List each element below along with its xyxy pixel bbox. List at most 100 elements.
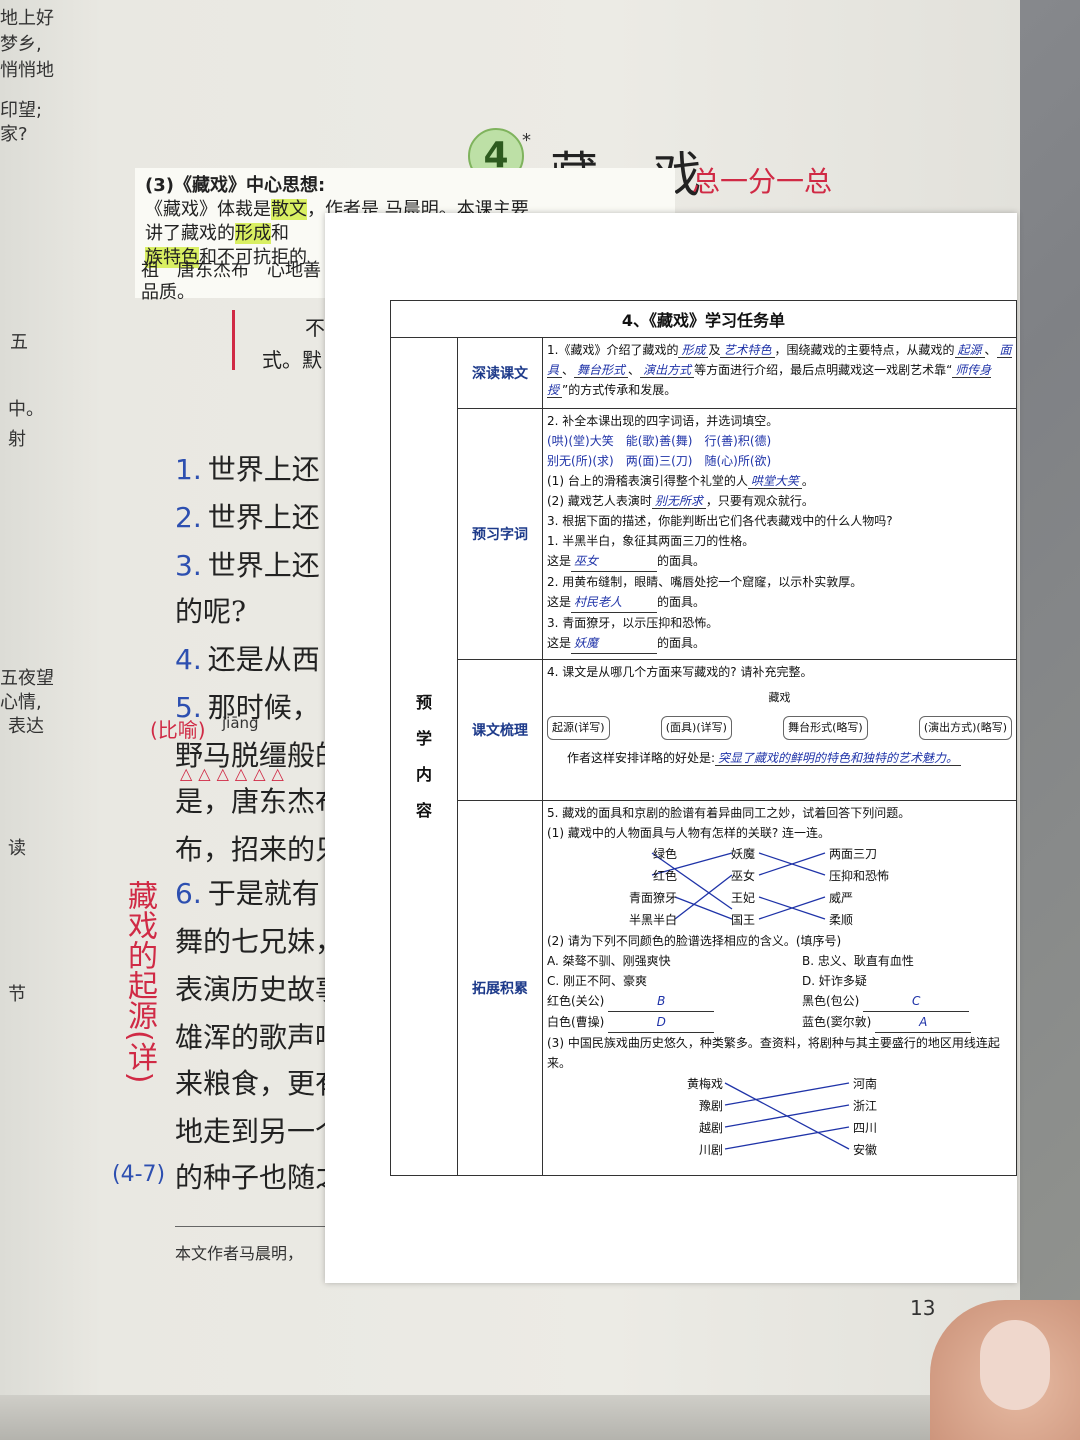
left-page-text: 印望; — [0, 100, 43, 121]
page-number: 13 — [910, 1296, 936, 1320]
mask-character: 国王 — [731, 913, 756, 927]
mask-character: 王妃 — [731, 891, 756, 905]
answer-fill[interactable]: A — [875, 1012, 972, 1033]
outline-box: (演出方式)(略写) — [918, 716, 1012, 740]
mask-color: 半黑半白 — [628, 913, 677, 927]
body-line: 布，招来的只 — [175, 833, 344, 866]
sticky-fill: 散文 — [271, 199, 307, 220]
body-line: 舞的七兄妹， — [175, 925, 344, 958]
opera-region: 浙江 — [853, 1099, 878, 1113]
mask-character: 巫女 — [731, 869, 756, 883]
handwritten-structure-note: 总一分一总 — [692, 165, 833, 198]
section-preview-words: 2. 补全本课出现的四字词语，并选词填空。 (哄)(堂)大笑 能(歌)善(舞) … — [542, 408, 1017, 660]
side-label: 预 学 内 容 — [390, 337, 458, 1176]
body-line: 式。默 — [262, 348, 322, 372]
section-text-outline: 4. 课文是从哪几个方面来写藏戏的? 请补充完整。 藏戏 起源(详写) (面具)… — [542, 659, 1017, 801]
opera-name: 豫剧 — [698, 1099, 723, 1113]
left-page-text: 梦乡, — [0, 34, 42, 55]
answer-fill[interactable]: 别无所求 — [651, 494, 706, 509]
answer-fill[interactable]: 突显了藏戏的鲜明的特色和独特的艺术魅力。 — [715, 751, 962, 766]
answer-fill[interactable]: D — [608, 1012, 715, 1033]
section-label: 预习字词 — [457, 408, 543, 660]
mask-character: 妖魔 — [731, 847, 756, 861]
body-line: 3. 世界上还 — [175, 549, 320, 582]
opera-name: 越剧 — [698, 1121, 723, 1135]
outline-box: (面具)(详写) — [660, 716, 732, 740]
body-line: 1. 世界上还 — [175, 453, 320, 486]
mask-matching: 绿色 红色 青面獠牙 半黑半白 妖魔 巫女 王妃 国王 两面三刀 压抑和恐怖 威… — [547, 843, 1012, 931]
left-page-text: 地上好 — [0, 8, 54, 29]
left-page-text: 悄悄地 — [0, 60, 54, 81]
body-line: 不 — [305, 316, 325, 340]
footnote: 本文作者马晨明， — [175, 1244, 304, 1263]
body-line: 4. 还是从西 — [175, 643, 320, 676]
section-label: 拓展积累 — [457, 800, 543, 1176]
left-page-text: 五夜望 — [0, 668, 54, 689]
left-page-text: 中。 — [8, 399, 44, 420]
book-bottom-edge — [0, 1395, 1020, 1440]
mask-meaning: 压抑和恐怖 — [829, 869, 890, 883]
sticky-text: 讲了藏戏的 — [145, 223, 235, 244]
body-line: 的呢? — [175, 595, 247, 628]
body-line: 的种子也随之 — [175, 1161, 344, 1194]
body-line: 6. 于是就有 — [175, 877, 320, 910]
opera-matching: 黄梅戏 豫剧 越剧 川剧 河南 浙江 四川 安徽 — [547, 1073, 1012, 1159]
left-page-text: 表达 — [8, 716, 44, 737]
outline-box: 起源(详写) — [547, 716, 610, 740]
opera-name: 川剧 — [698, 1143, 723, 1157]
pinyin-annotation: jiāng — [222, 714, 259, 732]
sticky-text: 和 — [271, 223, 289, 244]
footnote-rule — [175, 1226, 335, 1227]
answer-fill[interactable]: B — [608, 991, 715, 1012]
worksheet-paper: 4、《藏戏》学习任务单 预 学 内 容 深读课文 1.《藏戏》介绍了藏戏的 形成及… — [325, 213, 1017, 1283]
opera-region: 安徽 — [853, 1143, 878, 1157]
section-deep-reading: 1.《藏戏》介绍了藏戏的 形成及艺术特色 ，围绕藏戏的主要特点，从藏戏的 起源、面具、… — [542, 337, 1017, 409]
margin-red-line — [232, 310, 235, 370]
section-label: 深读课文 — [457, 337, 543, 409]
mask-meaning: 威严 — [829, 891, 854, 905]
answer-fill[interactable]: 巫女 — [571, 551, 658, 572]
answer-fill[interactable]: 演出方式 — [640, 363, 695, 378]
left-page-text: 节 — [8, 984, 26, 1005]
body-line: 雄浑的歌声响 — [175, 1021, 344, 1054]
left-page-text: 心情, — [0, 692, 42, 713]
opera-name: 黄梅戏 — [686, 1077, 723, 1091]
section-extension: 5. 藏戏的面具和京剧的脸谱有着异曲同工之妙，试着回答下列问题。 (1) 藏戏中… — [542, 800, 1017, 1176]
outline-center: 藏戏 — [768, 691, 791, 704]
range-note: (4-7) — [112, 1162, 166, 1187]
body-line: 地走到另一个 — [175, 1115, 344, 1148]
answer-fill[interactable]: 起源 — [954, 343, 985, 358]
mask-color: 红色 — [652, 869, 677, 883]
sticky-fill: 形成 — [235, 223, 271, 244]
body-line: 来粮食，更有 — [175, 1067, 344, 1100]
idiom-row: (哄)(堂)大笑 能(歌)善(舞) 行(善)积(德) — [547, 434, 772, 448]
worksheet-table: 4、《藏戏》学习任务单 预 学 内 容 深读课文 1.《藏戏》介绍了藏戏的 形成及… — [390, 300, 1017, 1176]
left-page-text: 五 — [10, 332, 28, 353]
worksheet-title: 4、《藏戏》学习任务单 — [390, 300, 1017, 338]
sticky-heading: (3)《藏戏》中心思想: — [145, 175, 326, 196]
answer-fill[interactable]: 妖魔 — [571, 633, 658, 654]
mask-color: 绿色 — [652, 847, 677, 861]
answer-fill[interactable]: 村民老人 — [571, 592, 658, 613]
body-line: 表演历史故事 — [175, 973, 344, 1006]
sticky-text: 《藏戏》体裁是 — [145, 199, 271, 220]
fingernail — [980, 1320, 1050, 1410]
answer-fill[interactable]: C — [863, 991, 970, 1012]
answer-fill[interactable]: 哄堂大笑 — [747, 474, 802, 489]
opera-matching-lines — [724, 1082, 850, 1150]
left-page-text: 家? — [0, 124, 28, 145]
mask-meaning: 柔顺 — [829, 913, 854, 927]
answer-fill[interactable]: 艺术特色 — [720, 343, 775, 358]
opera-region: 河南 — [853, 1077, 878, 1091]
idiom-row: 别无(所)(求) 两(面)三(刀) 随(心)所(欲) — [547, 454, 772, 468]
mask-color: 青面獠牙 — [628, 891, 677, 905]
left-page-text: 射 — [8, 429, 26, 450]
mask-meaning: 两面三刀 — [829, 847, 878, 861]
lesson-star-mark: * — [522, 130, 531, 151]
answer-fill[interactable]: 形成 — [678, 343, 709, 358]
section-label: 课文梳理 — [457, 659, 543, 801]
body-line: 是，唐东杰布 — [175, 785, 344, 818]
outline-box: 舞台形式(略写) — [783, 716, 868, 740]
answer-fill[interactable]: 舞台形式 — [574, 363, 629, 378]
body-line: 2. 世界上还 — [175, 501, 320, 534]
